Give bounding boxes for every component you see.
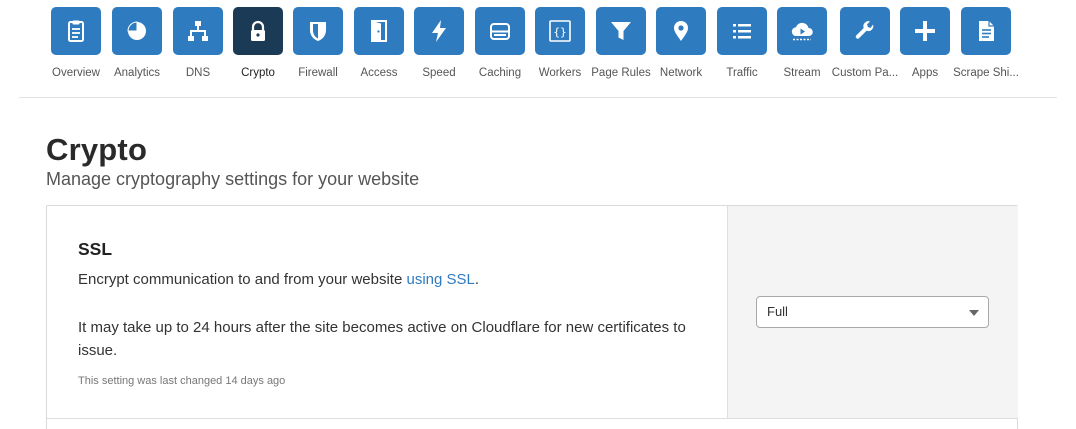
lock-icon	[233, 7, 283, 55]
nav-label: Scrape Shi...	[953, 67, 1019, 79]
nav-item-speed[interactable]: Speed	[404, 7, 474, 87]
nav-item-analytics[interactable]: Analytics	[102, 7, 172, 87]
nav-item-scrape-shield[interactable]: Scrape Shi...	[951, 7, 1021, 87]
lightning-icon	[414, 7, 464, 55]
cloud-play-icon	[777, 7, 827, 55]
clipboard-icon	[51, 7, 101, 55]
pie-chart-icon	[112, 7, 162, 55]
page-title: Crypto	[46, 132, 148, 167]
ssl-description: Encrypt communication to and from your w…	[78, 271, 479, 288]
filter-icon	[596, 7, 646, 55]
top-nav: Overview Analytics DNS Crypto Firewall A…	[0, 0, 1076, 98]
nav-item-workers[interactable]: {} Workers	[525, 7, 595, 87]
nav-item-network[interactable]: Network	[646, 7, 716, 87]
nav-label: Stream	[783, 67, 821, 79]
using-ssl-link[interactable]: using SSL	[406, 271, 474, 288]
last-changed-text: This setting was last changed 14 days ag…	[78, 375, 286, 387]
ssl-mode-select[interactable]: Full	[756, 296, 989, 328]
card-divider	[47, 418, 1017, 419]
nav-item-stream[interactable]: Stream	[767, 7, 837, 87]
map-pin-icon	[656, 7, 706, 55]
chevron-down-icon	[969, 310, 979, 316]
ssl-card: SSL Encrypt communication to and from yo…	[46, 205, 1018, 429]
wrench-icon	[840, 7, 890, 55]
nav-label: Apps	[911, 67, 939, 79]
nav-label: Firewall	[298, 67, 338, 79]
nav-item-apps[interactable]: Apps	[890, 7, 960, 87]
nav-item-firewall[interactable]: Firewall	[283, 7, 353, 87]
ssl-certificate-note: It may take up to 24 hours after the sit…	[78, 319, 686, 359]
ssl-card-description: SSL Encrypt communication to and from yo…	[47, 206, 727, 418]
nav-divider	[19, 97, 1057, 98]
nav-label: Workers	[538, 67, 582, 79]
page-subtitle: Manage cryptography settings for your we…	[46, 169, 420, 189]
plus-icon	[900, 7, 950, 55]
code-braces-icon: {}	[535, 7, 585, 55]
shield-icon	[293, 7, 343, 55]
ssl-title: SSL	[78, 239, 113, 259]
svg-text:{}: {}	[553, 26, 566, 39]
ssl-mode-value: Full	[767, 304, 788, 319]
document-icon	[961, 7, 1011, 55]
nav-label: Speed	[422, 67, 456, 79]
ssl-description-text: Encrypt communication to and from your w…	[78, 271, 407, 288]
nav-label: Overview	[52, 67, 100, 79]
server-icon	[475, 7, 525, 55]
ssl-description-end: .	[474, 271, 480, 288]
network-tree-icon	[173, 7, 223, 55]
list-icon	[717, 7, 767, 55]
nav-label: Network	[659, 67, 703, 79]
nav-label: Analytics	[113, 67, 161, 79]
nav-item-overview[interactable]: Overview	[41, 7, 111, 87]
ssl-card-control: Full	[727, 206, 1018, 418]
door-icon	[354, 7, 404, 55]
